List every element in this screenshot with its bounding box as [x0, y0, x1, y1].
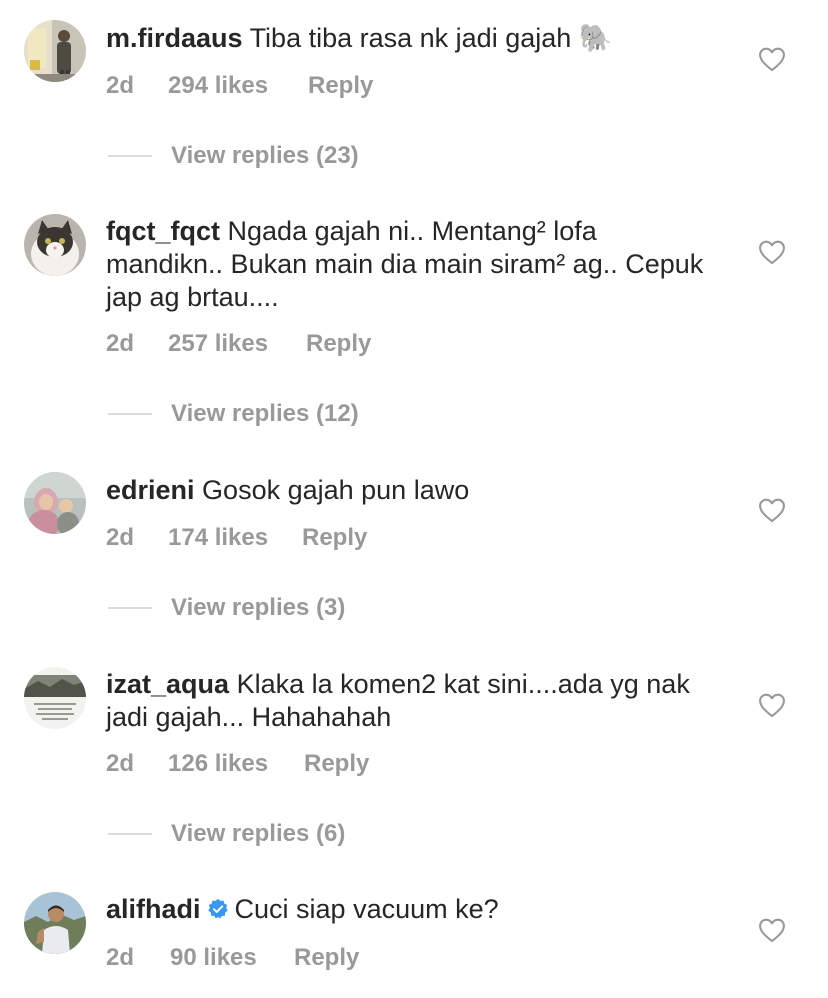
view-replies-divider — [108, 607, 152, 609]
comment-likes[interactable]: 174 likes — [168, 524, 268, 552]
reply-button[interactable]: Reply — [302, 524, 367, 552]
comment-username[interactable]: m.firdaaus — [106, 23, 243, 53]
comment-likes[interactable]: 257 likes — [168, 330, 268, 358]
view-replies-divider — [108, 155, 152, 157]
comment-username[interactable]: izat_aqua — [106, 669, 229, 699]
view-replies-label: View replies (6) — [171, 820, 346, 847]
avatar-image — [24, 667, 86, 729]
comment-likes[interactable]: 294 likes — [168, 72, 268, 100]
comment-likes[interactable]: 126 likes — [168, 750, 268, 778]
comment-time: 2d — [106, 524, 135, 551]
avatar[interactable] — [24, 892, 86, 954]
view-replies-label: View replies (3) — [171, 594, 346, 621]
avatar-image — [24, 472, 86, 534]
comment-username[interactable]: edrieni — [106, 475, 195, 505]
view-replies-button[interactable]: View replies (12) — [108, 400, 508, 430]
view-replies-divider — [108, 833, 152, 835]
comment-username[interactable]: alifhadi — [106, 894, 201, 924]
comment-time: 2d — [106, 330, 135, 357]
comment-body: alifhadi Cuci siap vacuum ke? — [106, 893, 706, 926]
heart-outline-icon[interactable] — [758, 239, 786, 265]
avatar[interactable] — [24, 667, 86, 729]
reply-button[interactable]: Reply — [294, 944, 359, 972]
comment-time: 2d — [106, 750, 135, 777]
avatar[interactable] — [24, 472, 86, 534]
comment-time: 2d — [106, 72, 135, 99]
avatar-image — [24, 214, 86, 276]
comment-body: m.firdaaus Tiba tiba rasa nk jadi gajah … — [106, 22, 706, 55]
comment-body: fqct_fqct Ngada gajah ni.. Mentang² lofa… — [106, 215, 706, 314]
reply-button[interactable]: Reply — [304, 750, 369, 778]
view-replies-button[interactable]: View replies (6) — [108, 820, 508, 850]
verified-badge-icon — [207, 898, 228, 919]
heart-outline-icon[interactable] — [758, 46, 786, 72]
comment-body: edrieni Gosok gajah pun lawo — [106, 474, 706, 507]
avatar-image — [24, 892, 86, 954]
comment-text: Cuci siap vacuum ke? — [234, 894, 499, 924]
view-replies-divider — [108, 413, 152, 415]
comment-body: izat_aqua Klaka la komen2 kat sini....ad… — [106, 668, 706, 734]
heart-outline-icon[interactable] — [758, 497, 786, 523]
heart-outline-icon[interactable] — [758, 917, 786, 943]
view-replies-label: View replies (12) — [171, 400, 359, 427]
reply-button[interactable]: Reply — [308, 72, 373, 100]
view-replies-button[interactable]: View replies (3) — [108, 594, 508, 624]
comment-time: 2d — [106, 944, 135, 971]
heart-outline-icon[interactable] — [758, 692, 786, 718]
avatar-image — [24, 20, 86, 82]
avatar[interactable] — [24, 214, 86, 276]
comment-text: Tiba tiba rasa nk jadi gajah 🐘 — [249, 23, 613, 53]
comment-text: Gosok gajah pun lawo — [202, 475, 470, 505]
reply-button[interactable]: Reply — [306, 330, 371, 358]
comment-username[interactable]: fqct_fqct — [106, 216, 220, 246]
view-replies-label: View replies (23) — [171, 142, 359, 169]
comment-likes[interactable]: 90 likes — [170, 944, 257, 972]
avatar[interactable] — [24, 20, 86, 82]
view-replies-button[interactable]: View replies (23) — [108, 142, 508, 172]
